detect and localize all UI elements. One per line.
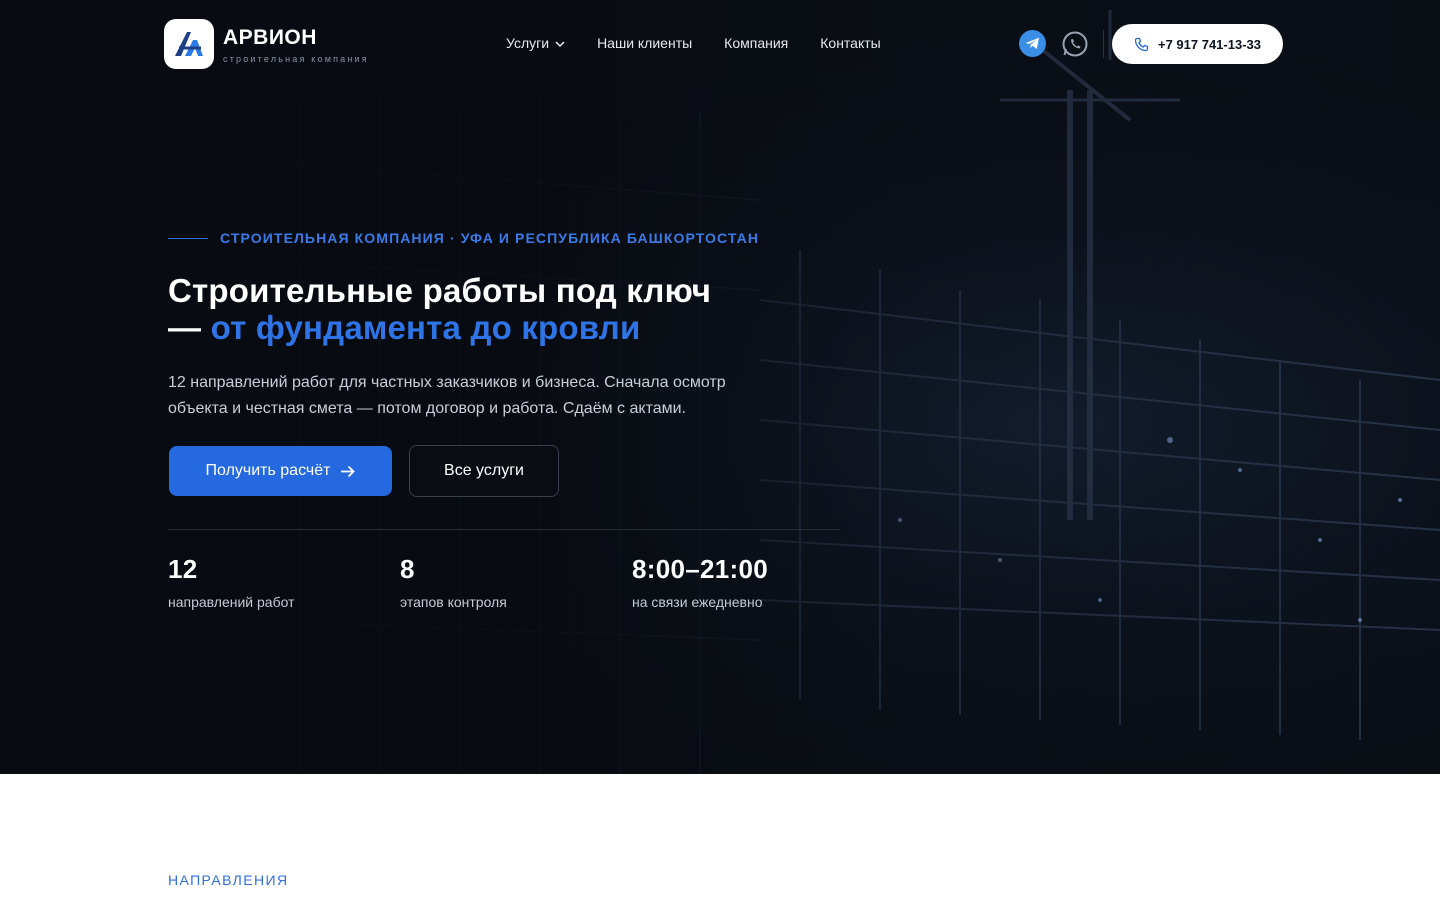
arrow-right-icon: [341, 465, 356, 477]
eyebrow-line: [168, 238, 208, 239]
phone-icon: [1134, 37, 1149, 51]
header-divider: [1103, 30, 1104, 58]
headline-dash: —: [168, 309, 211, 346]
stat-label: направлений работ: [168, 594, 295, 610]
nav-label-company: Компания: [724, 35, 789, 51]
directions-section-label: НАПРАВЛЕНИЯ: [168, 872, 289, 888]
stat-value: 8:00–21:00: [632, 554, 768, 584]
stat-value: 8: [400, 554, 415, 584]
nav-label-clients: Наши клиенты: [597, 35, 693, 51]
logo-mark-icon: [175, 32, 203, 56]
nav-item-company[interactable]: Компания: [724, 35, 788, 51]
all-services-button[interactable]: Все услуги: [409, 445, 559, 497]
get-estimate-label: Получить расчёт: [205, 462, 331, 479]
brand-name: АРВИОН: [223, 26, 317, 49]
chevron-down-icon: [555, 40, 565, 47]
phone-button[interactable]: +7 917 741-13-33: [1112, 24, 1283, 64]
phone-number: +7 917 741-13-33: [1157, 36, 1261, 52]
headline-accent: от фундамента до кровли: [210, 309, 641, 346]
stat-working-hours: 8:00–21:00 на связи ежедневно: [632, 554, 768, 610]
stat-label: на связи ежедневно: [632, 594, 763, 610]
lead-line1: 12 направлений работ для частных заказчи…: [168, 374, 726, 391]
all-services-label: Все услуги: [444, 462, 524, 479]
logo[interactable]: [164, 19, 214, 69]
nav-label-contacts: Контакты: [820, 35, 881, 51]
stats-divider: [168, 529, 840, 530]
stat-directions: 12 направлений работ: [168, 554, 295, 610]
site-header: АРВИОН СТРОИТЕЛЬНАЯ КОМПАНИЯ Услуги Наши…: [0, 0, 1440, 88]
main-nav: Услуги Наши клиенты Компания Контакты: [506, 35, 881, 51]
headline-line1: Строительные работы под ключ: [168, 272, 712, 309]
brand-subtitle: СТРОИТЕЛЬНАЯ КОМПАНИЯ: [223, 54, 369, 64]
get-estimate-button[interactable]: Получить расчёт: [169, 446, 392, 496]
nav-item-contacts[interactable]: Контакты: [820, 35, 880, 51]
hero-eyebrow: СТРОИТЕЛЬНАЯ КОМПАНИЯ · УФА И РЕСПУБЛИКА…: [220, 230, 760, 246]
nav-item-services[interactable]: Услуги: [506, 35, 565, 51]
nav-label-services: Услуги: [506, 35, 550, 51]
telegram-icon: [1025, 37, 1039, 49]
whatsapp-icon[interactable]: [1061, 30, 1089, 58]
telegram-button[interactable]: [1019, 30, 1046, 57]
lead-line2: объекта и честная смета — потом договор …: [168, 400, 686, 417]
stat-value: 12: [168, 554, 198, 584]
hero-headline: Строительные работы под ключ — от фундам…: [168, 272, 888, 346]
hero-section: АРВИОН СТРОИТЕЛЬНАЯ КОМПАНИЯ Услуги Наши…: [0, 0, 1440, 774]
hero-lead: 12 направлений работ для частных заказчи…: [168, 370, 768, 422]
nav-item-clients[interactable]: Наши клиенты: [597, 35, 692, 51]
stat-label: этапов контроля: [400, 594, 507, 610]
stat-control-stages: 8 этапов контроля: [400, 554, 507, 610]
